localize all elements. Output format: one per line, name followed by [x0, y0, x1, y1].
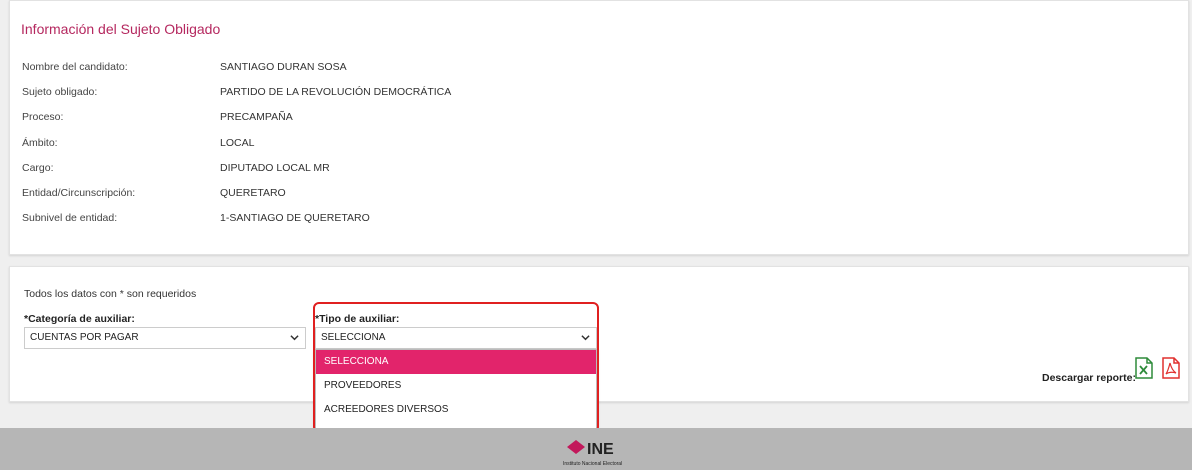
svg-text:INE: INE — [587, 441, 614, 458]
chevron-down-icon — [581, 333, 590, 345]
info-label: Ámbito: — [22, 137, 58, 149]
excel-file-icon[interactable] — [1134, 357, 1154, 379]
info-value: SANTIAGO DURAN SOSA — [220, 61, 347, 73]
section-title: Información del Sujeto Obligado — [21, 21, 221, 37]
categoria-label: *Categoría de auxiliar: — [24, 313, 135, 325]
info-panel: Información del Sujeto Obligado Nombre d… — [9, 0, 1189, 255]
tipo-select-value: SELECCIONA — [321, 332, 386, 343]
info-row-cargo: Cargo: DIPUTADO LOCAL MR — [22, 162, 722, 176]
tipo-label: *Tipo de auxiliar: — [315, 313, 400, 325]
dropdown-option-acreedores[interactable]: ACREEDORES DIVERSOS — [316, 398, 596, 422]
svg-text:Instituto Nacional Electoral: Instituto Nacional Electoral — [563, 461, 622, 467]
ine-logo: INE Instituto Nacional Electoral — [563, 440, 633, 470]
info-row-entidad: Entidad/Circunscripción: QUERETARO — [22, 187, 722, 201]
tipo-select[interactable]: SELECCIONA — [315, 327, 597, 349]
info-row-proceso: Proceso: PRECAMPAÑA — [22, 111, 722, 125]
categoria-select[interactable]: CUENTAS POR PAGAR — [24, 327, 306, 349]
info-row-candidato: Nombre del candidato: SANTIAGO DURAN SOS… — [22, 61, 722, 75]
info-row-ambito: Ámbito: LOCAL — [22, 137, 722, 151]
dropdown-option-selecciona[interactable]: SELECCIONA — [316, 350, 596, 374]
info-label: Subnivel de entidad: — [22, 212, 118, 224]
pdf-file-icon[interactable] — [1161, 357, 1181, 379]
info-label: Proceso: — [22, 111, 64, 123]
categoria-select-value: CUENTAS POR PAGAR — [30, 332, 139, 343]
info-value: PRECAMPAÑA — [220, 111, 293, 123]
info-value: DIPUTADO LOCAL MR — [220, 162, 330, 174]
info-label: Cargo: — [22, 162, 54, 174]
dropdown-option-proveedores[interactable]: PROVEEDORES — [316, 374, 596, 398]
chevron-down-icon — [290, 333, 299, 345]
info-label: Entidad/Circunscripción: — [22, 187, 136, 199]
info-label: Sujeto obligado: — [22, 86, 98, 98]
info-value: PARTIDO DE LA REVOLUCIÓN DEMOCRÁTICA — [220, 86, 452, 98]
info-value: LOCAL — [220, 137, 255, 149]
info-row-subnivel: Subnivel de entidad: 1-SANTIAGO DE QUERE… — [22, 212, 722, 226]
info-value: QUERETARO — [220, 187, 286, 199]
form-panel: Todos los datos con * son requeridos *Ca… — [9, 266, 1189, 433]
required-note: Todos los datos con * son requeridos — [24, 288, 197, 300]
info-label: Nombre del candidato: — [22, 61, 128, 73]
tipo-dropdown-list: SELECCIONA PROVEEDORES ACREEDORES DIVERS… — [315, 349, 597, 429]
info-row-sujeto: Sujeto obligado: PARTIDO DE LA REVOLUCIÓ… — [22, 86, 722, 100]
info-value: 1-SANTIAGO DE QUERETARO — [220, 212, 370, 224]
download-label: Descargar reporte: — [1042, 372, 1136, 384]
